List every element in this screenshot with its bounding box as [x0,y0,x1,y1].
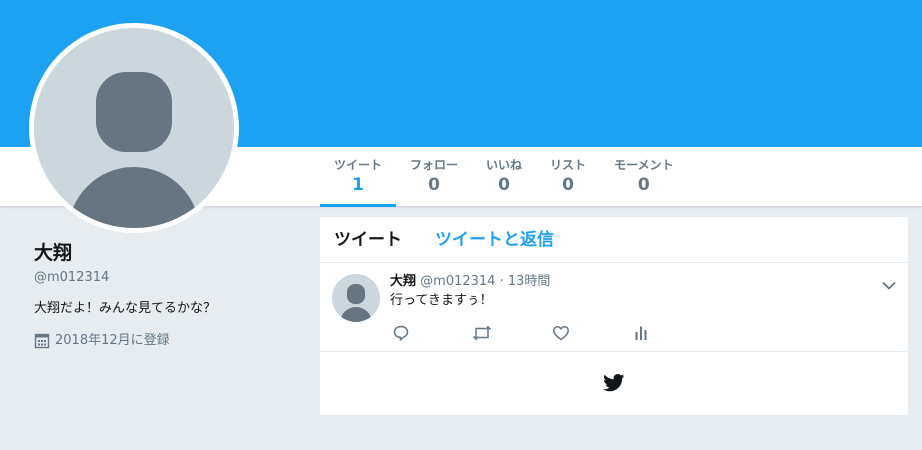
retweet-icon[interactable] [472,324,552,342]
tweet-actions [392,324,712,342]
like-icon[interactable] [552,324,632,342]
twitter-bird-icon [603,374,625,392]
tweet-item[interactable]: 大翔 @m012314 · 13時間 行ってきますぅ！ [320,263,908,352]
profile-stats: ツイート 1 フォロー 0 いいね 0 リスト 0 モーメント 0 [320,147,688,207]
tweet-timestamp[interactable]: 13時間 [508,274,551,289]
stat-label: ツイート [334,158,383,172]
tweet-text: 行ってきますぅ！ [390,293,493,308]
profile-bio: 大翔だよ！みんな見てるかな？ [34,301,217,316]
chevron-down-icon[interactable] [882,276,896,295]
stat-moments[interactable]: モーメント 0 [600,147,688,207]
timeline-tabs: ツイート ツイートと返信 [320,217,908,263]
timeline-footer [320,352,908,414]
timeline: ツイート ツイートと返信 大翔 @m012314 · 13時間 行ってきますぅ！ [320,217,908,415]
profile-handle[interactable]: @m012314 [34,268,304,288]
profile-avatar-frame[interactable] [29,23,239,233]
tweet-author-handle[interactable]: @m012314 [420,274,495,289]
tweet-header: 大翔 @m012314 · 13時間 [390,273,550,291]
stat-value: 0 [498,175,510,195]
stat-value: 0 [428,175,440,195]
stat-tweets[interactable]: ツイート 1 [320,147,397,207]
avatar-silhouette [68,72,200,228]
stat-label: モーメント [614,158,674,172]
profile-name[interactable]: 大翔 [34,240,304,266]
stat-likes[interactable]: いいね 0 [472,147,536,207]
tab-tweets-and-replies[interactable]: ツイートと返信 [435,229,554,251]
stat-label: いいね [486,158,523,172]
profile-joined-date: 2018年12月に登録 [34,332,304,350]
analytics-icon[interactable] [632,324,712,342]
stat-following[interactable]: フォロー 0 [396,147,472,207]
tweet-avatar[interactable] [332,274,380,322]
tweet-author-name[interactable]: 大翔 [390,274,416,289]
stat-value: 1 [352,175,364,195]
stat-label: リスト [550,158,587,172]
joined-text: 2018年12月に登録 [55,333,170,348]
default-profile-avatar-icon [340,284,372,322]
tab-tweets[interactable]: ツイート [334,229,402,251]
reply-icon[interactable] [392,324,472,342]
default-profile-avatar-icon [34,28,234,228]
tweet-separator: · [499,274,504,289]
profile-card: 大翔 @m012314 大翔だよ！みんな見てるかな？ 2018年12月に登録 [34,240,304,350]
stat-value: 0 [562,175,574,195]
calendar-icon [34,333,50,349]
stat-value: 0 [637,175,650,195]
stat-lists[interactable]: リスト 0 [536,147,600,207]
stat-label: フォロー [410,158,459,172]
